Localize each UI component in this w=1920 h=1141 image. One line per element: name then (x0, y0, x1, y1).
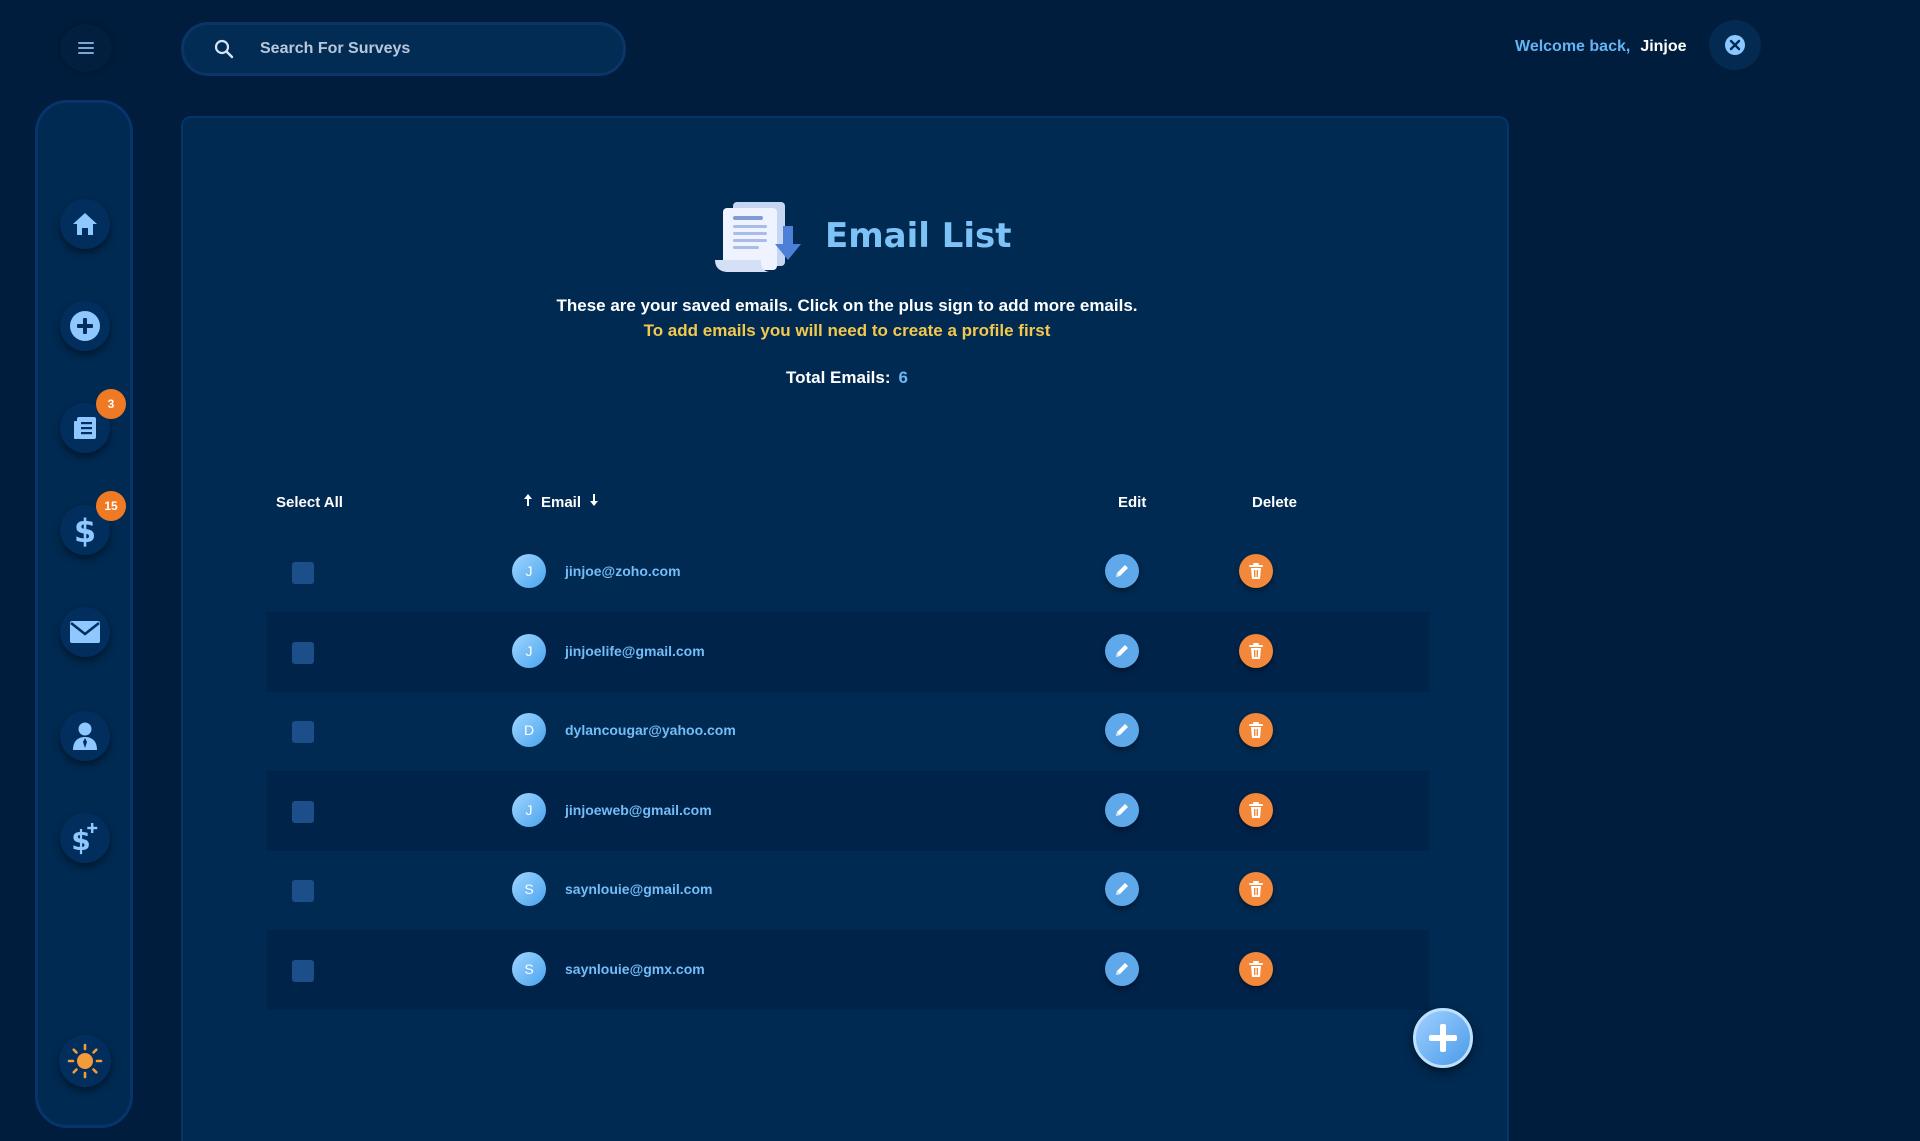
logout-button[interactable] (1709, 20, 1761, 70)
edit-button[interactable] (1105, 951, 1139, 986)
search-bar[interactable]: Search For Surveys (181, 22, 626, 76)
sun-icon (67, 1043, 103, 1079)
email-list-illustration-icon (715, 202, 801, 272)
total-emails: Total Emails: 6 (183, 368, 1511, 388)
delete-button[interactable] (1239, 951, 1273, 986)
theme-toggle-button[interactable] (59, 1035, 111, 1087)
select-all-header[interactable]: Select All (276, 494, 343, 511)
delete-button[interactable] (1239, 872, 1273, 906)
surveys-list-icon (74, 417, 96, 439)
avatar: S (512, 951, 546, 986)
row-checkbox[interactable] (292, 959, 314, 982)
delete-button[interactable] (1239, 554, 1273, 588)
dollar-icon: $ (74, 512, 96, 548)
sidebar-item-create-survey[interactable] (60, 301, 110, 351)
edit-column-header: Edit (1118, 494, 1147, 511)
email-address: jinjoe@zoho.com (565, 563, 681, 579)
row-checkbox[interactable] (292, 641, 314, 664)
sidebar-item-emails[interactable] (60, 607, 110, 657)
total-emails-count: 6 (898, 368, 908, 387)
sidebar-item-earnings[interactable]: $ 15 (60, 491, 126, 555)
email-address: jinjoelife@gmail.com (565, 642, 705, 659)
trash-icon (1249, 881, 1263, 897)
sidebar-item-surveys[interactable]: 3 (60, 389, 126, 453)
table-row: Ddylancougar@yahoo.com (267, 691, 1429, 771)
email-address: dylancougar@yahoo.com (565, 722, 736, 738)
plus-icon (1429, 1024, 1457, 1052)
dollar-plus-icon: $ (71, 823, 98, 855)
pencil-icon (1116, 803, 1128, 816)
avatar: S (512, 872, 546, 906)
trash-icon (1249, 642, 1263, 659)
pencil-icon (1116, 565, 1128, 577)
email-address: saynlouie@gmx.com (565, 960, 705, 977)
row-checkbox[interactable] (292, 721, 314, 743)
sort-ascending-icon[interactable] (523, 493, 533, 507)
search-icon (212, 37, 236, 61)
sidebar-item-profile[interactable] (60, 711, 110, 761)
home-icon (73, 213, 97, 235)
email-address: jinjoeweb@gmail.com (565, 801, 712, 818)
edit-button[interactable] (1105, 713, 1139, 747)
edit-button[interactable] (1105, 792, 1139, 827)
hamburger-icon (78, 42, 94, 54)
profile-notice: To add emails you will need to create a … (643, 321, 1051, 340)
add-email-button[interactable] (1413, 1008, 1473, 1068)
avatar: J (512, 633, 546, 668)
page-header: Email List (713, 198, 1012, 274)
table-row: Jjinjoelife@gmail.com (267, 611, 1429, 692)
row-checkbox[interactable] (292, 880, 314, 902)
earnings-badge: 15 (96, 491, 126, 521)
trash-icon (1249, 801, 1263, 818)
delete-button[interactable] (1239, 792, 1273, 827)
pencil-icon (1116, 962, 1128, 975)
table-row: Ssaynlouie@gmail.com (267, 850, 1429, 930)
table-row: Jjinjoe@zoho.com (267, 532, 1429, 612)
page-title: Email List (825, 216, 1012, 256)
edit-button[interactable] (1105, 633, 1139, 668)
welcome-message: Welcome back, Jinjoe (1515, 38, 1687, 56)
user-name: Jinjoe (1640, 38, 1687, 55)
trash-icon (1249, 960, 1263, 977)
trash-icon (1249, 563, 1263, 579)
delete-button[interactable] (1239, 633, 1273, 668)
add-circle-icon (70, 311, 100, 341)
welcome-label: Welcome back, (1515, 38, 1631, 55)
table-row: Jjinjoeweb@gmail.com (267, 770, 1429, 851)
page-description: These are your saved emails. Click on th… (556, 296, 1138, 315)
sidebar: 3 $ 15 $ (35, 100, 133, 1128)
delete-button[interactable] (1239, 713, 1273, 747)
edit-button[interactable] (1105, 554, 1139, 588)
sidebar-item-add-funds[interactable]: $ (60, 813, 110, 863)
pencil-icon (1116, 644, 1128, 657)
email-header-label: Email (541, 494, 582, 511)
surveys-badge: 3 (96, 389, 126, 419)
total-emails-label: Total Emails: (785, 368, 891, 387)
pencil-icon (1116, 883, 1128, 895)
pencil-icon (1116, 724, 1128, 736)
search-input[interactable]: Search For Surveys (260, 40, 410, 58)
avatar: J (512, 554, 546, 588)
sidebar-item-home[interactable] (60, 199, 110, 249)
edit-button[interactable] (1105, 872, 1139, 906)
email-column-header: Email (523, 493, 599, 511)
avatar: D (512, 713, 546, 747)
delete-column-header: Delete (1252, 494, 1298, 511)
email-address: saynlouie@gmail.com (565, 881, 713, 897)
sort-descending-icon[interactable] (589, 493, 599, 507)
trash-icon (1249, 722, 1263, 738)
row-checkbox[interactable] (292, 562, 314, 584)
profile-icon (73, 722, 97, 750)
app-root: Search For Surveys Welcome back, Jinjoe (0, 0, 1920, 1141)
row-checkbox[interactable] (292, 800, 314, 823)
mail-icon (70, 621, 100, 643)
table-row: Ssaynlouie@gmx.com (267, 929, 1429, 1010)
svg-text:$: $ (74, 512, 96, 548)
menu-button[interactable] (60, 24, 112, 72)
email-list-panel: Email List These are your saved emails. … (181, 116, 1509, 1141)
avatar: J (512, 792, 546, 827)
close-circle-icon (1725, 35, 1745, 55)
